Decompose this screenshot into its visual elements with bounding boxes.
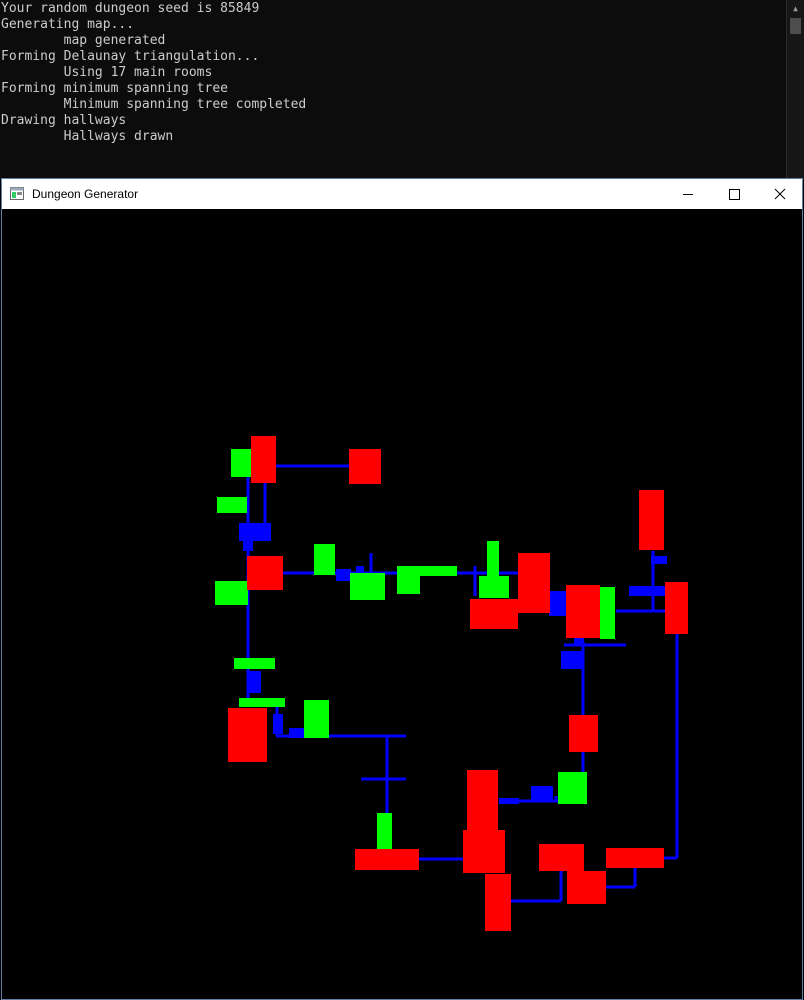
side-room: [377, 813, 392, 849]
scroll-up-arrow-icon[interactable]: ▲: [787, 0, 804, 17]
dungeon-map-canvas: [215, 436, 688, 931]
hallway-block: [629, 586, 665, 596]
side-room: [600, 587, 615, 639]
hallway-block: [273, 714, 283, 734]
main-room: [539, 844, 584, 871]
console-line: Hallways drawn: [1, 129, 174, 144]
main-room: [485, 874, 511, 931]
main-room: [518, 553, 550, 613]
hallway-block: [336, 569, 351, 581]
side-room: [234, 658, 275, 669]
main-room: [639, 490, 664, 550]
main-room: [569, 715, 598, 752]
main-room: [355, 849, 419, 870]
main-room: [566, 585, 600, 638]
side-room: [304, 700, 329, 738]
console-line: Forming Delaunay triangulation...: [1, 49, 260, 64]
hallway-block: [651, 556, 667, 564]
console-line: map generated: [1, 33, 166, 48]
side-room: [217, 497, 247, 513]
side-room: [558, 772, 587, 804]
rooms-layer: [215, 436, 688, 931]
console-scrollbar[interactable]: ▲: [786, 0, 804, 180]
main-room: [470, 599, 518, 629]
hallways-layer: [239, 464, 679, 903]
side-room: [215, 581, 248, 605]
minimize-button[interactable]: [665, 179, 711, 209]
side-room: [314, 544, 335, 575]
hallway-block: [239, 523, 271, 541]
hallway-block: [243, 541, 253, 551]
main-room: [467, 770, 498, 830]
main-room: [665, 582, 688, 634]
console-line: Forming minimum spanning tree: [1, 81, 228, 96]
close-button[interactable]: [757, 179, 803, 209]
maximize-button[interactable]: [711, 179, 757, 209]
minimize-icon: [683, 194, 693, 195]
console-line: Minimum spanning tree completed: [1, 97, 307, 112]
hallway-block: [247, 671, 261, 693]
close-icon: [774, 188, 786, 200]
console-scroll-thumb[interactable]: [790, 18, 801, 34]
console-window: Your random dungeon seed is 85849 Genera…: [0, 0, 804, 180]
main-room: [463, 830, 505, 873]
side-room: [350, 573, 385, 600]
window-app-icon: [10, 187, 24, 200]
console-line: Your random dungeon seed is 85849: [1, 1, 260, 16]
side-room: [397, 566, 457, 576]
main-room: [349, 449, 381, 484]
maximize-icon: [729, 189, 740, 200]
side-room: [231, 449, 253, 477]
main-room: [606, 848, 664, 868]
side-room: [239, 698, 285, 707]
side-room: [487, 541, 499, 576]
main-room: [228, 708, 267, 762]
window-titlebar[interactable]: Dungeon Generator: [2, 179, 802, 209]
dungeon-generator-window: Dungeon Generator: [1, 178, 803, 1000]
console-line: Generating map...: [1, 17, 135, 32]
side-room: [397, 576, 420, 594]
hallway-block: [561, 651, 583, 669]
main-room: [251, 436, 276, 483]
hallway-block: [574, 637, 584, 645]
main-room: [567, 871, 606, 904]
console-line: Drawing hallways: [1, 113, 127, 128]
console-line: Using 17 main rooms: [1, 65, 213, 80]
hallway-block: [499, 798, 519, 804]
hallway-block: [549, 591, 567, 616]
hallway-block: [289, 728, 305, 738]
main-room: [247, 556, 283, 590]
hallway-block: [531, 786, 553, 800]
window-title: Dungeon Generator: [32, 187, 139, 201]
side-room: [479, 576, 509, 598]
console-output: Your random dungeon seed is 85849 Genera…: [1, 1, 306, 145]
